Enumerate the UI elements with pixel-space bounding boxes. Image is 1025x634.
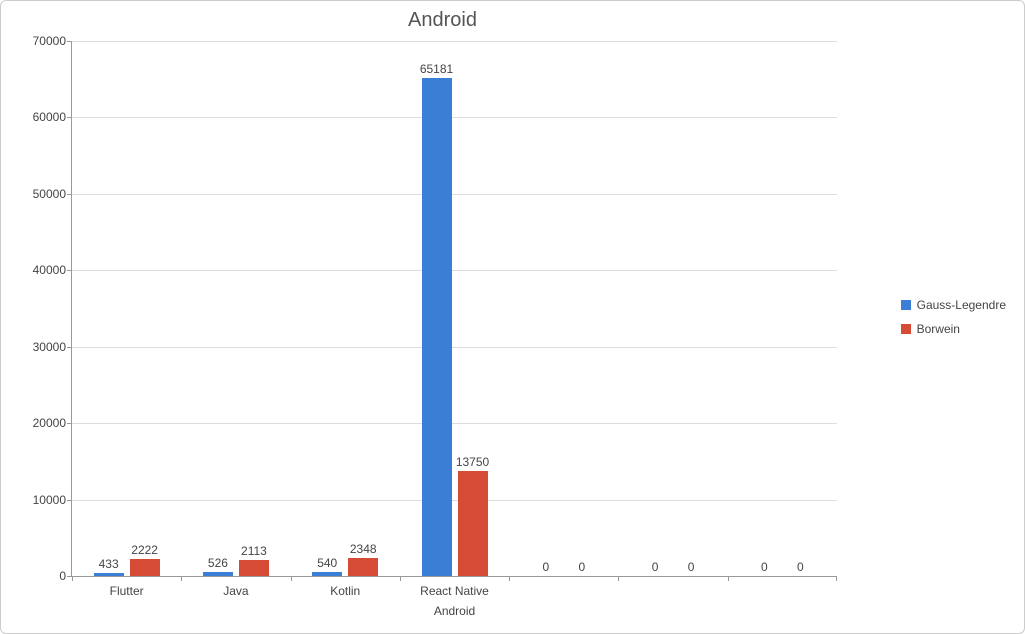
x-category-label: Kotlin <box>330 584 360 598</box>
x-tick-mark <box>400 576 401 581</box>
bar: 526 <box>203 572 233 576</box>
bar-group: 433 2222 <box>94 559 160 576</box>
legend-label: Borwein <box>917 322 960 336</box>
y-tick-mark <box>67 347 72 348</box>
y-tick-label: 50000 <box>33 187 66 201</box>
y-tick-mark <box>67 500 72 501</box>
x-tick-mark <box>181 576 182 581</box>
y-tick-label: 0 <box>59 569 66 583</box>
bar-group: 526 2113 <box>203 560 269 576</box>
bar-value-label: 0 <box>578 560 585 574</box>
bar-value-label: 0 <box>797 560 804 574</box>
x-tick-mark <box>291 576 292 581</box>
bar-value-label: 2113 <box>241 544 267 558</box>
x-category-label: Flutter <box>110 584 144 598</box>
y-tick-mark <box>67 41 72 42</box>
y-tick-mark <box>67 117 72 118</box>
bar-value-label: 2222 <box>131 543 158 557</box>
plot-area: Android 01000020000300004000050000600007… <box>71 41 837 577</box>
legend-swatch-icon <box>901 324 911 334</box>
bar-value-label: 65181 <box>420 62 453 76</box>
y-tick-label: 70000 <box>33 34 66 48</box>
y-tick-mark <box>67 423 72 424</box>
bar: 2222 <box>130 559 160 576</box>
bar: 2348 <box>348 558 378 576</box>
x-tick-mark <box>618 576 619 581</box>
legend: Gauss-Legendre Borwein <box>901 288 1006 346</box>
bar-value-label: 0 <box>688 560 695 574</box>
chart-container: Android Android 0 10000 20000 30000 40000 500… <box>0 0 1025 634</box>
x-axis-title: Android <box>434 604 475 618</box>
bar-group: 6518113750 <box>422 78 488 576</box>
bar-value-label: 540 <box>317 556 337 570</box>
chart-title: Android <box>1 9 884 32</box>
y-tick-mark <box>67 194 72 195</box>
legend-swatch-icon <box>901 300 911 310</box>
x-tick-mark <box>509 576 510 581</box>
bar-value-label: 13750 <box>456 455 489 469</box>
legend-item: Gauss-Legendre <box>901 298 1006 312</box>
bar-value-label: 2348 <box>350 542 377 556</box>
x-category-label: React Native <box>420 584 489 598</box>
y-tick-label: 40000 <box>33 263 66 277</box>
gridline <box>72 41 837 42</box>
y-tick-label: 20000 <box>33 416 66 430</box>
bar: 13750 <box>458 471 488 576</box>
legend-label: Gauss-Legendre <box>917 298 1006 312</box>
y-tick-label: 30000 <box>33 340 66 354</box>
x-tick-mark <box>72 576 73 581</box>
x-tick-mark <box>728 576 729 581</box>
bar-value-label: 433 <box>99 557 119 571</box>
y-tick-label: 10000 <box>33 493 66 507</box>
x-category-label: Java <box>223 584 248 598</box>
bar: 433 <box>94 573 124 576</box>
bar-value-label: 0 <box>652 560 659 574</box>
bar-group: 540 2348 <box>312 558 378 576</box>
x-tick-mark <box>836 576 837 581</box>
bar: 540 <box>312 572 342 576</box>
y-tick-mark <box>67 270 72 271</box>
bar-value-label: 526 <box>208 556 228 570</box>
bar: 65181 <box>422 78 452 576</box>
legend-item: Borwein <box>901 322 1006 336</box>
bar-value-label: 0 <box>542 560 549 574</box>
bar: 2113 <box>239 560 269 576</box>
bar-value-label: 0 <box>761 560 768 574</box>
y-tick-label: 60000 <box>33 110 66 124</box>
